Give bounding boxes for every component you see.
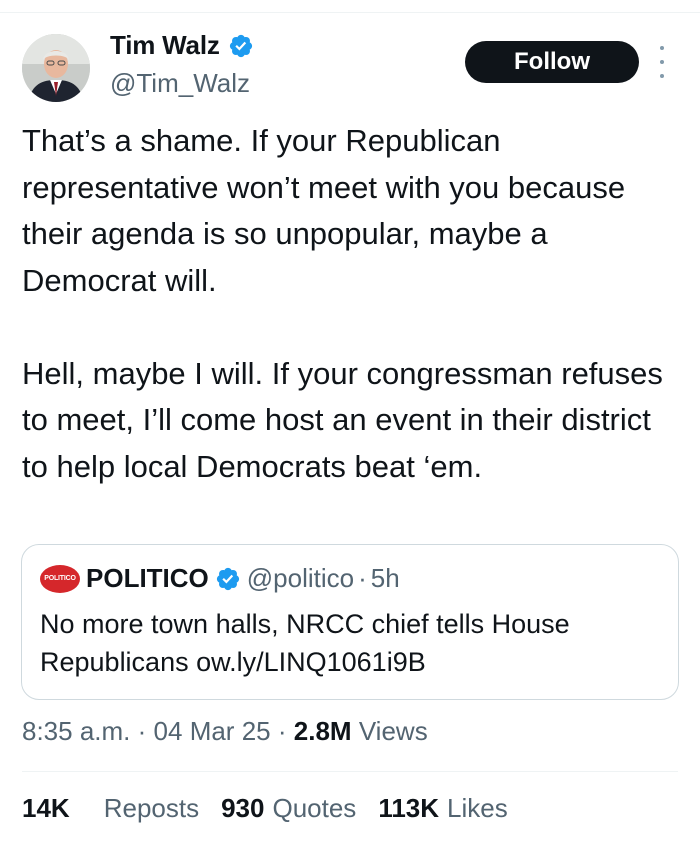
quotes-count: 930 [221,793,265,823]
more-dot [660,60,664,64]
quotes-label: Quotes [272,793,357,823]
quoted-separator: · [358,563,367,593]
more-options-icon[interactable] [656,46,668,78]
politico-logo-text: POLITICO [44,575,76,582]
reposts-stat[interactable]: 14K Reposts [22,793,199,824]
views-count: 2.8M [293,716,352,746]
avatar-photo [22,34,90,102]
meta-separator: · [137,716,147,746]
politico-logo: POLITICO [40,564,80,593]
author-name-row: Tim Walz [110,30,254,61]
avatar[interactable] [22,34,90,102]
more-dot [660,46,664,50]
stats-divider [22,771,678,772]
top-divider [0,12,700,13]
tweet-text: That’s a shame. If your Republican repre… [22,123,663,484]
tweet-meta: 8:35 a.m. · 04 Mar 25 · 2.8M Views [22,716,428,747]
quoted-timestamp: 5h [370,563,400,593]
quoted-author-name: POLITICO [86,563,209,593]
quoted-tweet-card[interactable]: POLITICO POLITICO @politico · 5h No more… [21,544,679,700]
reposts-count: 14K [22,793,70,823]
quoted-author-handle: @politico [246,563,355,593]
views-label: Views [358,716,428,746]
quotes-stat[interactable]: 930 Quotes [221,793,356,824]
author-name[interactable]: Tim Walz [110,30,220,61]
more-dot [660,74,664,78]
quoted-tweet-text: No more town halls, NRCC chief tells Hou… [40,609,570,677]
engagement-stats: 14K Reposts 930 Quotes 113K Likes [22,793,530,824]
meta-separator: · [277,716,287,746]
tweet-time[interactable]: 8:35 a.m. [22,716,130,746]
verified-badge-icon [216,567,239,590]
author-handle[interactable]: @Tim_Walz [110,68,250,99]
follow-button[interactable]: Follow [465,41,639,83]
likes-label: Likes [447,793,508,823]
likes-count: 113K [378,793,440,823]
reposts-label: Reposts [103,793,200,823]
tweet-date[interactable]: 04 Mar 25 [154,716,271,746]
verified-badge-icon[interactable] [228,33,254,59]
likes-stat[interactable]: 113K Likes [378,793,507,824]
quoted-tweet-header: POLITICO POLITICO @politico · 5h [40,563,400,594]
